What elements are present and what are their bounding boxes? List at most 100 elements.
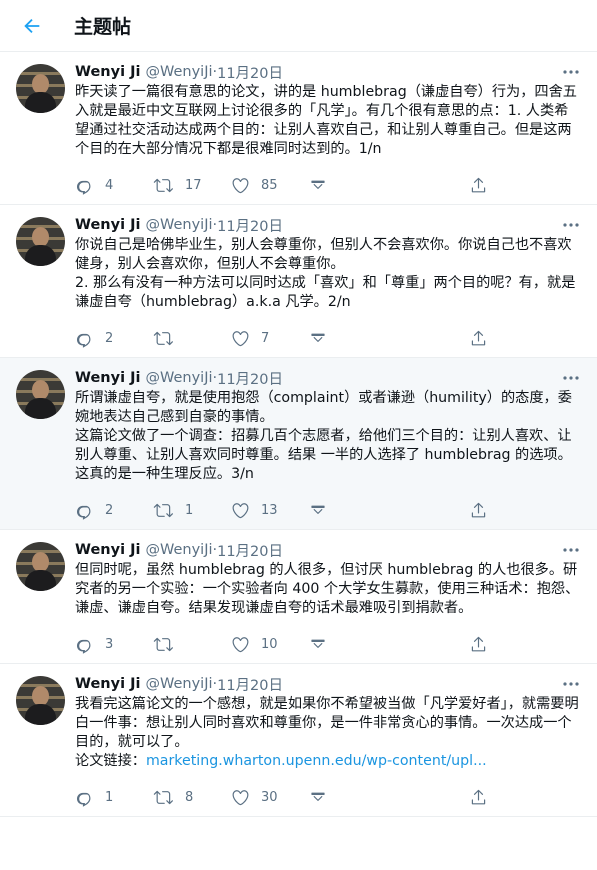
author-name[interactable]: Wenyi Ji: [75, 217, 140, 233]
caret-down-icon: [311, 180, 325, 189]
tweet-actions: 4 17 85: [75, 166, 581, 204]
avatar[interactable]: [16, 542, 65, 591]
retweet-count: 1: [185, 502, 194, 518]
share-button[interactable]: [469, 635, 547, 654]
more-button[interactable]: [561, 674, 581, 694]
author-handle[interactable]: @WenyiJi: [145, 217, 212, 233]
tweet-content: Wenyi Ji @WenyiJi · 11月20日 我看完这篇论文的一个感想，…: [75, 674, 581, 816]
author-handle[interactable]: @WenyiJi: [145, 676, 212, 692]
tweet-meta: Wenyi Ji @WenyiJi · 11月20日: [75, 674, 581, 694]
retweet-icon: [153, 178, 173, 192]
reply-button[interactable]: 4: [75, 176, 153, 195]
retweet-button[interactable]: [153, 329, 231, 348]
tweet-text: 昨天读了一篇很有意思的论文，讲的是 humblebrag（谦虚自夸）行为，四舍五…: [75, 84, 577, 157]
like-count: 13: [261, 502, 278, 518]
back-button[interactable]: [8, 2, 56, 50]
header: 主题帖: [0, 0, 597, 52]
reply-button[interactable]: 2: [75, 501, 153, 520]
author-handle[interactable]: @WenyiJi: [145, 370, 212, 386]
reply-button[interactable]: 3: [75, 635, 153, 654]
caret-down-button[interactable]: [309, 635, 469, 653]
caret-down-button[interactable]: [309, 176, 469, 194]
reply-icon: [76, 505, 91, 520]
tweet-time[interactable]: 11月20日: [217, 62, 283, 83]
more-icon: [563, 223, 579, 227]
avatar[interactable]: [16, 370, 65, 419]
more-button[interactable]: [561, 215, 581, 235]
author-name[interactable]: Wenyi Ji: [75, 542, 140, 558]
like-count: 30: [261, 789, 278, 805]
tweet-actions: 2 7: [75, 319, 581, 357]
paper-link[interactable]: marketing.wharton.upenn.edu/wp-content/u…: [146, 753, 487, 769]
avatar[interactable]: [16, 64, 65, 113]
tweet[interactable]: Wenyi Ji @WenyiJi · 11月20日 但同时呢，虽然 humbl…: [0, 530, 597, 664]
caret-down-button[interactable]: [309, 501, 469, 519]
caret-down-icon: [311, 639, 325, 648]
tweet-text: 你说自己是哈佛毕业生，别人会尊重你，但别人不会喜欢你。你说自己也不喜欢健身，别人…: [75, 237, 576, 310]
avatar[interactable]: [16, 676, 65, 725]
tweet-content: Wenyi Ji @WenyiJi · 11月20日 所谓谦虚自夸，就是使用抱怨…: [75, 368, 581, 529]
reply-count: 2: [105, 330, 114, 346]
share-icon: [471, 330, 486, 345]
retweet-icon: [153, 790, 173, 804]
tweet-content: Wenyi Ji @WenyiJi · 11月20日 你说自己是哈佛毕业生，别人…: [75, 215, 581, 357]
author-name[interactable]: Wenyi Ji: [75, 676, 140, 692]
retweet-icon: [153, 331, 173, 345]
tweet-time[interactable]: 11月20日: [217, 674, 283, 695]
caret-down-button[interactable]: [309, 788, 469, 806]
reply-button[interactable]: 2: [75, 329, 153, 348]
like-button[interactable]: 85: [231, 176, 309, 195]
reply-count: 4: [105, 177, 114, 193]
more-button[interactable]: [561, 62, 581, 82]
like-button[interactable]: 30: [231, 788, 309, 807]
tweet[interactable]: Wenyi Ji @WenyiJi · 11月20日 我看完这篇论文的一个感想，…: [0, 664, 597, 817]
tweet-time[interactable]: 11月20日: [217, 540, 283, 561]
caret-down-icon: [311, 505, 325, 514]
avatar[interactable]: [16, 217, 65, 266]
retweet-button[interactable]: [153, 635, 231, 654]
share-button[interactable]: [469, 788, 547, 807]
retweet-button[interactable]: 8: [153, 788, 231, 807]
share-button[interactable]: [469, 329, 547, 348]
retweet-icon: [153, 637, 173, 651]
back-arrow-icon: [24, 18, 40, 33]
more-icon: [563, 548, 579, 552]
like-button[interactable]: 13: [231, 501, 309, 520]
like-count: 85: [261, 177, 278, 193]
share-button[interactable]: [469, 176, 547, 195]
share-button[interactable]: [469, 501, 547, 520]
tweet-meta: Wenyi Ji @WenyiJi · 11月20日: [75, 215, 581, 235]
more-button[interactable]: [561, 368, 581, 388]
like-count: 7: [261, 330, 270, 346]
tweet-text: 我看完这篇论文的一个感想，就是如果你不希望被当做「凡学爱好者」，就需要明白一件事…: [75, 696, 579, 769]
reply-count: 1: [105, 789, 114, 805]
like-button[interactable]: 7: [231, 329, 309, 348]
tweet[interactable]: Wenyi Ji @WenyiJi · 11月20日 你说自己是哈佛毕业生，别人…: [0, 205, 597, 358]
retweet-icon: [153, 503, 173, 517]
author-handle[interactable]: @WenyiJi: [145, 64, 212, 80]
caret-down-icon: [311, 792, 325, 801]
share-icon: [471, 502, 486, 517]
author-name[interactable]: Wenyi Ji: [75, 370, 140, 386]
thread: Wenyi Ji @WenyiJi · 11月20日 昨天读了一篇很有意思的论文…: [0, 52, 597, 817]
more-icon: [563, 682, 579, 686]
reply-button[interactable]: 1: [75, 788, 153, 807]
tweet-time[interactable]: 11月20日: [217, 368, 283, 389]
tweet[interactable]: Wenyi Ji @WenyiJi · 11月20日 昨天读了一篇很有意思的论文…: [0, 52, 597, 205]
tweet-meta: Wenyi Ji @WenyiJi · 11月20日: [75, 368, 581, 388]
more-button[interactable]: [561, 540, 581, 560]
retweet-button[interactable]: 17: [153, 176, 231, 195]
share-icon: [471, 789, 486, 804]
like-count: 10: [261, 636, 278, 652]
tweet-content: Wenyi Ji @WenyiJi · 11月20日 但同时呢，虽然 humbl…: [75, 540, 581, 663]
caret-down-button[interactable]: [309, 329, 469, 347]
author-name[interactable]: Wenyi Ji: [75, 64, 140, 80]
tweet-time[interactable]: 11月20日: [217, 215, 283, 236]
page-title: 主题帖: [74, 16, 132, 38]
author-handle[interactable]: @WenyiJi: [145, 542, 212, 558]
like-button[interactable]: 10: [231, 635, 309, 654]
more-icon: [563, 376, 579, 380]
retweet-button[interactable]: 1: [153, 501, 231, 520]
tweet[interactable]: Wenyi Ji @WenyiJi · 11月20日 所谓谦虚自夸，就是使用抱怨…: [0, 358, 597, 530]
caret-down-icon: [311, 333, 325, 342]
